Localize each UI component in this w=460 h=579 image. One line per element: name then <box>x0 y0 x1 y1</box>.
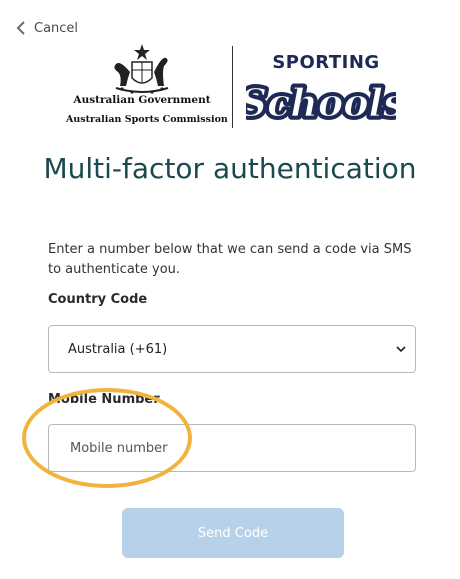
chevron-left-icon <box>16 21 25 35</box>
logo-banner: Australian Government Australian Sports … <box>0 42 460 132</box>
mobile-number-label: Mobile Number <box>48 392 160 407</box>
page-title: Multi-factor authentication <box>43 152 417 185</box>
cancel-label: Cancel <box>34 20 79 36</box>
country-code-label: Country Code <box>48 292 148 307</box>
chevron-down-icon <box>396 346 406 353</box>
send-code-button[interactable]: Send Code <box>122 508 344 558</box>
schools-logo-text: Schools <box>246 80 396 125</box>
coat-of-arms-icon <box>114 44 169 94</box>
gov-line2: Australian Sports Commission <box>66 114 228 125</box>
country-code-value: Australia (+61) <box>68 341 168 357</box>
country-code-select[interactable]: Australia (+61) <box>48 325 416 373</box>
gov-line1: Australian Government <box>73 94 211 106</box>
intro-text: Enter a number below that we can send a … <box>48 242 412 277</box>
logo-divider <box>232 46 233 128</box>
mobile-number-input[interactable] <box>48 424 416 472</box>
cancel-link[interactable]: Cancel <box>16 18 78 38</box>
australian-government-logo: Australian Government Australian Sports … <box>66 42 228 130</box>
sporting-schools-logo: SPORTING Schools Schools <box>246 52 396 129</box>
sporting-logo-text: SPORTING <box>272 52 379 73</box>
